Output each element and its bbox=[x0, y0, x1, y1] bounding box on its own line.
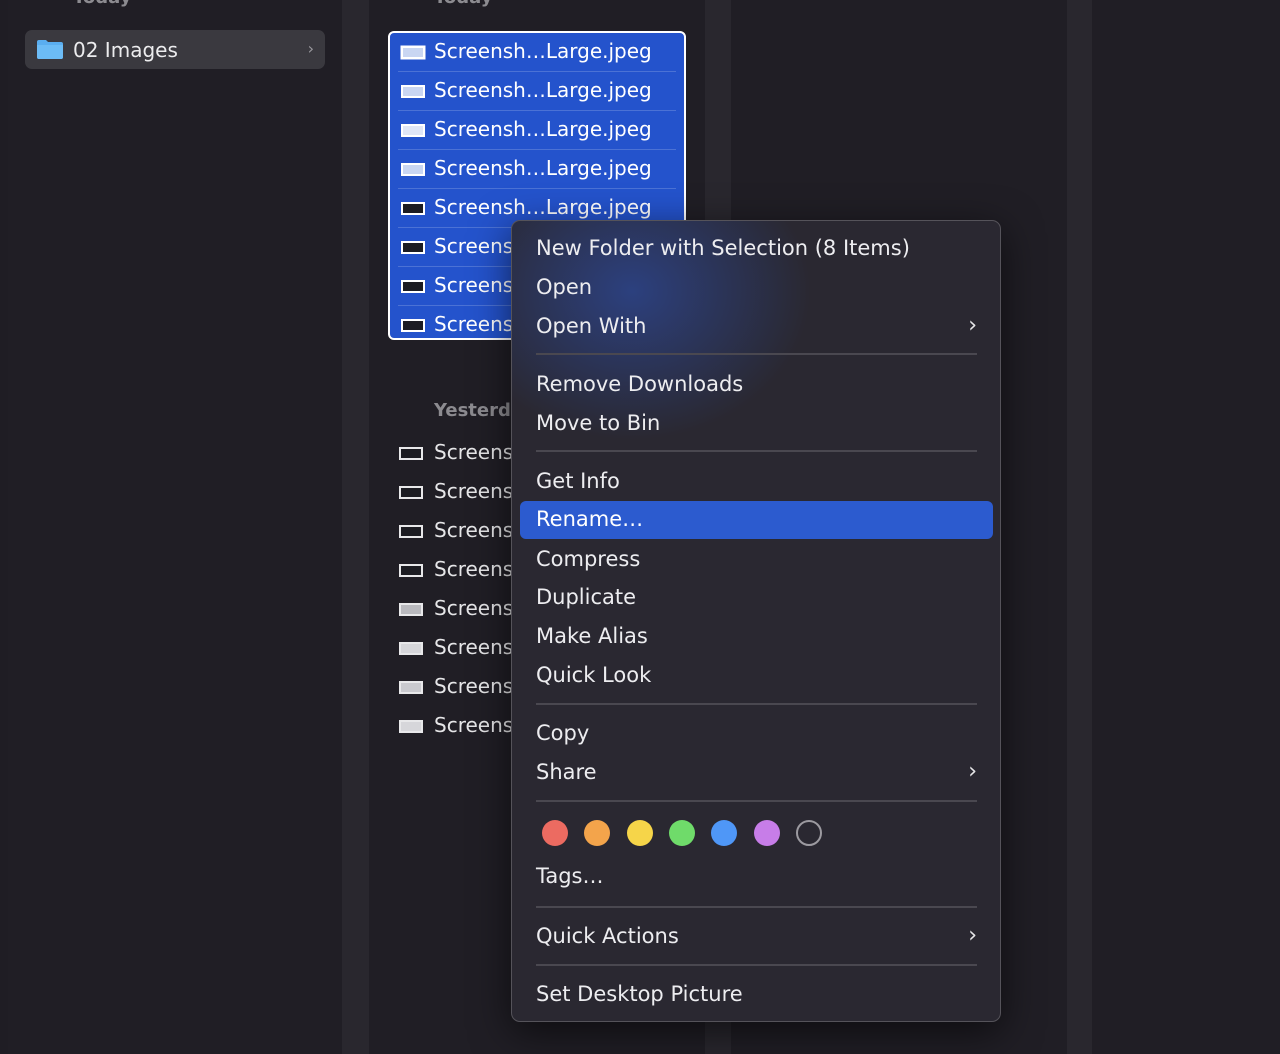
menu-item-duplicate[interactable]: Duplicate bbox=[520, 579, 993, 617]
menu-item-label: Duplicate bbox=[536, 585, 637, 609]
image-file-icon bbox=[399, 720, 423, 733]
menu-item-open-with[interactable]: Open With › bbox=[520, 308, 993, 346]
chevron-right-icon: › bbox=[968, 313, 977, 338]
file-name: Screens bbox=[434, 479, 514, 503]
menu-item-label: Open With bbox=[536, 314, 647, 338]
menu-item-label: Compress bbox=[536, 547, 641, 571]
menu-item-label: Remove Downloads bbox=[536, 372, 744, 396]
folder-name: 02 Images bbox=[73, 38, 178, 62]
tag-red[interactable] bbox=[542, 820, 568, 846]
tag-green[interactable] bbox=[669, 820, 695, 846]
context-menu: New Folder with Selection (8 Items) Open… bbox=[511, 220, 1001, 1022]
file-row[interactable]: Screensh…Large.jpeg bbox=[390, 33, 684, 72]
menu-separator bbox=[536, 703, 977, 705]
chevron-right-icon: › bbox=[968, 759, 977, 784]
image-file-icon bbox=[400, 45, 426, 60]
image-file-icon bbox=[401, 319, 425, 332]
folder-row-02-images[interactable]: 02 Images › bbox=[25, 30, 325, 69]
menu-separator bbox=[536, 450, 977, 452]
image-file-icon bbox=[401, 163, 425, 176]
file-name: Screens bbox=[434, 557, 514, 581]
menu-item-label: Get Info bbox=[536, 469, 620, 493]
file-row[interactable]: Screensh…Large.jpeg bbox=[390, 111, 684, 150]
file-name: Screens bbox=[434, 596, 514, 620]
chevron-right-icon: › bbox=[307, 39, 314, 58]
column-1-heading: Today bbox=[73, 0, 131, 8]
menu-item-label: Move to Bin bbox=[536, 411, 661, 435]
image-file-icon bbox=[399, 603, 423, 616]
menu-item-share[interactable]: Share › bbox=[520, 754, 993, 792]
menu-item-get-info[interactable]: Get Info bbox=[520, 463, 993, 501]
image-file-icon bbox=[401, 85, 425, 98]
menu-item-label: Copy bbox=[536, 721, 590, 745]
image-file-icon bbox=[399, 525, 423, 538]
image-file-icon bbox=[399, 681, 423, 694]
menu-item-label: New Folder with Selection (8 Items) bbox=[536, 236, 910, 260]
file-name: Screens bbox=[434, 635, 514, 659]
file-name: Screens bbox=[434, 518, 514, 542]
menu-item-new-folder-with-selection[interactable]: New Folder with Selection (8 Items) bbox=[520, 230, 993, 268]
menu-item-label: Rename… bbox=[536, 507, 644, 531]
folder-icon bbox=[37, 40, 63, 59]
file-name: Screensh…Large.jpeg bbox=[434, 117, 652, 141]
file-name: Screens bbox=[434, 713, 514, 737]
menu-item-label: Quick Actions bbox=[536, 924, 679, 948]
column-divider[interactable] bbox=[1067, 0, 1092, 1054]
menu-item-label: Quick Look bbox=[536, 663, 652, 687]
image-file-icon bbox=[399, 564, 423, 577]
file-name: Screens bbox=[434, 312, 514, 336]
tag-orange[interactable] bbox=[584, 820, 610, 846]
file-name: Screens bbox=[434, 440, 514, 464]
menu-item-rename[interactable]: Rename… bbox=[520, 501, 993, 539]
file-row[interactable]: Screensh…Large.jpeg bbox=[390, 150, 684, 189]
column-divider[interactable] bbox=[342, 0, 369, 1054]
menu-separator bbox=[536, 800, 977, 802]
file-name: Screensh…Large.jpeg bbox=[434, 156, 652, 180]
menu-item-label: Open bbox=[536, 275, 593, 299]
image-file-icon bbox=[401, 280, 425, 293]
section-label-yesterday: Yesterd bbox=[434, 400, 511, 421]
menu-item-move-to-bin[interactable]: Move to Bin bbox=[520, 405, 993, 443]
menu-separator bbox=[536, 906, 977, 908]
file-name: Screens bbox=[434, 234, 514, 258]
image-file-icon bbox=[399, 447, 423, 460]
menu-item-label: Set Desktop Picture bbox=[536, 982, 743, 1006]
menu-item-tags[interactable]: Tags… bbox=[520, 858, 993, 896]
menu-separator bbox=[536, 964, 977, 966]
image-file-icon bbox=[401, 124, 425, 137]
tag-blue[interactable] bbox=[711, 820, 737, 846]
file-name: Screensh…Large.jpeg bbox=[434, 78, 652, 102]
file-name: Screens bbox=[434, 674, 514, 698]
menu-item-set-desktop-picture[interactable]: Set Desktop Picture bbox=[520, 976, 993, 1014]
menu-item-quick-look[interactable]: Quick Look bbox=[520, 657, 993, 695]
menu-item-quick-actions[interactable]: Quick Actions › bbox=[520, 918, 993, 956]
menu-item-copy[interactable]: Copy bbox=[520, 715, 993, 753]
file-name: Screensh…Large.jpeg bbox=[434, 39, 652, 63]
file-row[interactable]: Screensh…Large.jpeg bbox=[390, 72, 684, 111]
menu-item-open[interactable]: Open bbox=[520, 269, 993, 307]
image-file-icon bbox=[399, 486, 423, 499]
image-file-icon bbox=[399, 642, 423, 655]
tag-none[interactable] bbox=[796, 820, 822, 846]
menu-item-make-alias[interactable]: Make Alias bbox=[520, 618, 993, 656]
finder-column-1: Today bbox=[8, 0, 342, 1054]
chevron-right-icon: › bbox=[968, 923, 977, 948]
menu-item-label: Tags… bbox=[536, 864, 604, 888]
menu-item-remove-downloads[interactable]: Remove Downloads bbox=[520, 366, 993, 404]
menu-item-label: Make Alias bbox=[536, 624, 648, 648]
file-name: Screensh…Large.jpeg bbox=[434, 195, 652, 219]
image-file-icon bbox=[401, 241, 425, 254]
menu-item-compress[interactable]: Compress bbox=[520, 541, 993, 579]
tag-yellow[interactable] bbox=[627, 820, 653, 846]
menu-separator bbox=[536, 353, 977, 355]
file-name: Screens bbox=[434, 273, 514, 297]
tag-purple[interactable] bbox=[754, 820, 780, 846]
column-2-heading: Today bbox=[434, 0, 492, 8]
menu-item-label: Share bbox=[536, 760, 597, 784]
image-file-icon bbox=[401, 202, 425, 215]
finder-column-4 bbox=[1092, 0, 1280, 1054]
